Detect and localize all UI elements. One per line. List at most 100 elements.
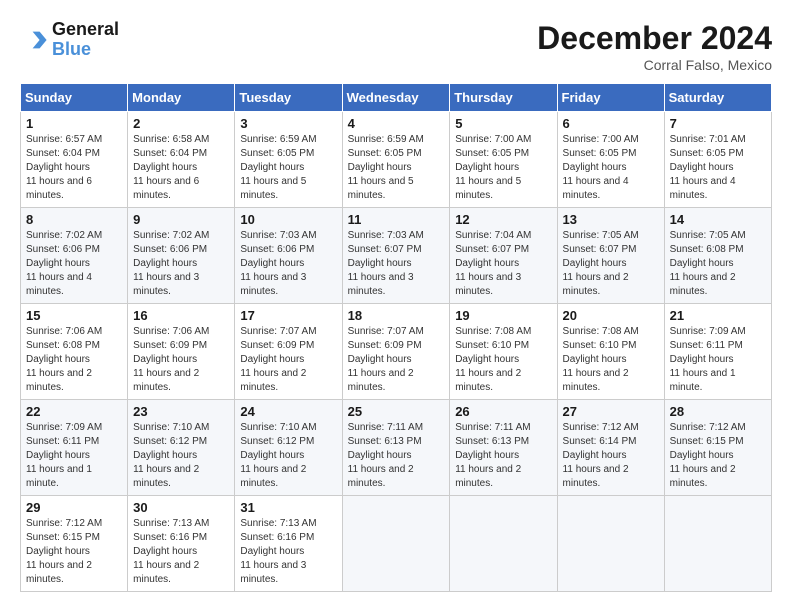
day-detail: Sunrise: 7:13 AMSunset: 6:16 PMDaylight …	[240, 517, 336, 587]
title-block: December 2024 Corral Falso, Mexico	[537, 20, 772, 73]
logo: General Blue	[20, 20, 119, 60]
day-number: 21	[670, 308, 766, 323]
calendar-cell: 7 Sunrise: 7:01 AMSunset: 6:05 PMDaylight…	[664, 112, 771, 208]
calendar-cell	[664, 496, 771, 592]
calendar-cell: 1 Sunrise: 6:57 AMSunset: 6:04 PMDaylight…	[21, 112, 128, 208]
day-number: 23	[133, 404, 229, 419]
col-monday: Monday	[128, 84, 235, 112]
day-number: 22	[26, 404, 122, 419]
day-detail: Sunrise: 7:09 AMSunset: 6:11 PMDaylight …	[26, 421, 122, 491]
day-detail: Sunrise: 7:13 AMSunset: 6:16 PMDaylight …	[133, 517, 229, 587]
day-detail: Sunrise: 7:02 AMSunset: 6:06 PMDaylight …	[26, 229, 122, 299]
calendar-cell: 18 Sunrise: 7:07 AMSunset: 6:09 PMDayligh…	[342, 304, 450, 400]
day-number: 6	[563, 116, 659, 131]
calendar-cell: 19 Sunrise: 7:08 AMSunset: 6:10 PMDayligh…	[450, 304, 557, 400]
day-number: 3	[240, 116, 336, 131]
calendar-cell: 8Sunrise: 7:02 AMSunset: 6:06 PMDaylight…	[21, 208, 128, 304]
location: Corral Falso, Mexico	[537, 57, 772, 73]
calendar-cell: 3 Sunrise: 6:59 AMSunset: 6:05 PMDaylight…	[235, 112, 342, 208]
col-tuesday: Tuesday	[235, 84, 342, 112]
calendar-cell: 27 Sunrise: 7:12 AMSunset: 6:14 PMDayligh…	[557, 400, 664, 496]
day-detail: Sunrise: 7:06 AMSunset: 6:08 PMDaylight …	[26, 325, 122, 395]
day-detail: Sunrise: 7:00 AMSunset: 6:05 PMDaylight …	[455, 133, 551, 203]
day-number: 28	[670, 404, 766, 419]
day-detail: Sunrise: 6:57 AMSunset: 6:04 PMDaylight …	[26, 133, 122, 203]
day-detail: Sunrise: 7:12 AMSunset: 6:15 PMDaylight …	[26, 517, 122, 587]
calendar-week-4: 22 Sunrise: 7:09 AMSunset: 6:11 PMDayligh…	[21, 400, 772, 496]
calendar-cell	[342, 496, 450, 592]
day-detail: Sunrise: 7:07 AMSunset: 6:09 PMDaylight …	[348, 325, 445, 395]
day-detail: Sunrise: 7:12 AMSunset: 6:15 PMDaylight …	[670, 421, 766, 491]
col-saturday: Saturday	[664, 84, 771, 112]
day-detail: Sunrise: 7:09 AMSunset: 6:11 PMDaylight …	[670, 325, 766, 395]
day-number: 18	[348, 308, 445, 323]
day-number: 7	[670, 116, 766, 131]
day-detail: Sunrise: 7:05 AMSunset: 6:08 PMDaylight …	[670, 229, 766, 299]
day-detail: Sunrise: 7:05 AMSunset: 6:07 PMDaylight …	[563, 229, 659, 299]
day-detail: Sunrise: 6:58 AMSunset: 6:04 PMDaylight …	[133, 133, 229, 203]
day-detail: Sunrise: 7:08 AMSunset: 6:10 PMDaylight …	[563, 325, 659, 395]
day-detail: Sunrise: 7:07 AMSunset: 6:09 PMDaylight …	[240, 325, 336, 395]
day-number: 11	[348, 212, 445, 227]
day-detail: Sunrise: 7:03 AMSunset: 6:07 PMDaylight …	[348, 229, 445, 299]
calendar-week-5: 29 Sunrise: 7:12 AMSunset: 6:15 PMDayligh…	[21, 496, 772, 592]
calendar-header-row: Sunday Monday Tuesday Wednesday Thursday…	[21, 84, 772, 112]
day-detail: Sunrise: 7:12 AMSunset: 6:14 PMDaylight …	[563, 421, 659, 491]
calendar-cell: 17 Sunrise: 7:07 AMSunset: 6:09 PMDayligh…	[235, 304, 342, 400]
calendar-cell: 11 Sunrise: 7:03 AMSunset: 6:07 PMDayligh…	[342, 208, 450, 304]
day-number: 16	[133, 308, 229, 323]
month-title: December 2024	[537, 20, 772, 57]
day-detail: Sunrise: 7:11 AMSunset: 6:13 PMDaylight …	[455, 421, 551, 491]
day-number: 19	[455, 308, 551, 323]
calendar-cell: 9 Sunrise: 7:02 AMSunset: 6:06 PMDaylight…	[128, 208, 235, 304]
calendar-cell: 29 Sunrise: 7:12 AMSunset: 6:15 PMDayligh…	[21, 496, 128, 592]
day-detail: Sunrise: 7:06 AMSunset: 6:09 PMDaylight …	[133, 325, 229, 395]
calendar-cell: 6Sunrise: 7:00 AMSunset: 6:05 PMDaylight…	[557, 112, 664, 208]
day-number: 27	[563, 404, 659, 419]
day-detail: Sunrise: 7:04 AMSunset: 6:07 PMDaylight …	[455, 229, 551, 299]
day-number: 29	[26, 500, 122, 515]
calendar-table: Sunday Monday Tuesday Wednesday Thursday…	[20, 83, 772, 592]
calendar-cell: 13 Sunrise: 7:05 AMSunset: 6:07 PMDayligh…	[557, 208, 664, 304]
day-number: 30	[133, 500, 229, 515]
day-detail: Sunrise: 6:59 AMSunset: 6:05 PMDaylight …	[240, 133, 336, 203]
col-sunday: Sunday	[21, 84, 128, 112]
day-number: 10	[240, 212, 336, 227]
calendar-cell: 21 Sunrise: 7:09 AMSunset: 6:11 PMDayligh…	[664, 304, 771, 400]
col-friday: Friday	[557, 84, 664, 112]
col-thursday: Thursday	[450, 84, 557, 112]
day-detail: Sunrise: 7:10 AMSunset: 6:12 PMDaylight …	[240, 421, 336, 491]
calendar-cell	[557, 496, 664, 592]
day-number: 1	[26, 116, 122, 131]
day-detail: Sunrise: 7:01 AMSunset: 6:05 PMDaylight …	[670, 133, 766, 203]
calendar-cell: 24Sunrise: 7:10 AMSunset: 6:12 PMDayligh…	[235, 400, 342, 496]
calendar-cell: 12Sunrise: 7:04 AMSunset: 6:07 PMDayligh…	[450, 208, 557, 304]
calendar-cell: 4Sunrise: 6:59 AMSunset: 6:05 PMDaylight…	[342, 112, 450, 208]
calendar-cell: 30 Sunrise: 7:13 AMSunset: 6:16 PMDayligh…	[128, 496, 235, 592]
logo-text: General Blue	[52, 20, 119, 60]
day-number: 14	[670, 212, 766, 227]
calendar-week-2: 8Sunrise: 7:02 AMSunset: 6:06 PMDaylight…	[21, 208, 772, 304]
calendar-cell: 15Sunrise: 7:06 AMSunset: 6:08 PMDayligh…	[21, 304, 128, 400]
calendar-cell: 2 Sunrise: 6:58 AMSunset: 6:04 PMDaylight…	[128, 112, 235, 208]
calendar-cell: 28 Sunrise: 7:12 AMSunset: 6:15 PMDayligh…	[664, 400, 771, 496]
logo-icon	[20, 26, 48, 54]
calendar-cell: 10Sunrise: 7:03 AMSunset: 6:06 PMDayligh…	[235, 208, 342, 304]
day-number: 26	[455, 404, 551, 419]
calendar-cell: 14 Sunrise: 7:05 AMSunset: 6:08 PMDayligh…	[664, 208, 771, 304]
col-wednesday: Wednesday	[342, 84, 450, 112]
day-number: 17	[240, 308, 336, 323]
day-number: 9	[133, 212, 229, 227]
calendar-cell	[450, 496, 557, 592]
day-number: 2	[133, 116, 229, 131]
day-detail: Sunrise: 7:02 AMSunset: 6:06 PMDaylight …	[133, 229, 229, 299]
day-number: 25	[348, 404, 445, 419]
day-detail: Sunrise: 6:59 AMSunset: 6:05 PMDaylight …	[348, 133, 445, 203]
calendar-cell: 22 Sunrise: 7:09 AMSunset: 6:11 PMDayligh…	[21, 400, 128, 496]
calendar-cell: 23Sunrise: 7:10 AMSunset: 6:12 PMDayligh…	[128, 400, 235, 496]
calendar-week-3: 15Sunrise: 7:06 AMSunset: 6:08 PMDayligh…	[21, 304, 772, 400]
day-detail: Sunrise: 7:08 AMSunset: 6:10 PMDaylight …	[455, 325, 551, 395]
calendar-cell: 25Sunrise: 7:11 AMSunset: 6:13 PMDayligh…	[342, 400, 450, 496]
day-number: 5	[455, 116, 551, 131]
day-number: 13	[563, 212, 659, 227]
